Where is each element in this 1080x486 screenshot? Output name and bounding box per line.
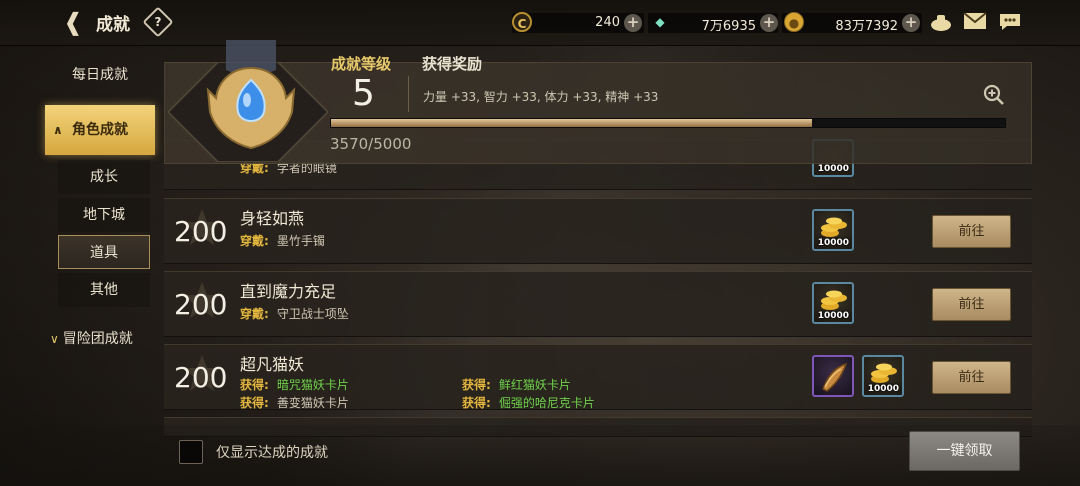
gold-coins-icon xyxy=(871,363,897,383)
add-gold-button[interactable]: + xyxy=(902,14,920,32)
gold-coins-icon xyxy=(821,217,847,237)
currency-c-coin: C 240 + xyxy=(512,12,644,33)
sidebar-sub-dungeon[interactable]: 地下城 xyxy=(58,198,150,232)
sidebar-item-adventure-label: 冒险团成就 xyxy=(62,331,133,347)
sidebar-sub-other[interactable]: 其他 xyxy=(58,273,150,307)
sidebar-item-adventure[interactable]: ∨ 冒险团成就 xyxy=(50,328,133,348)
goto-button[interactable]: 前往 xyxy=(932,215,1011,248)
achievement-points: 200 xyxy=(174,361,228,394)
level-progress-text: 3570/5000 xyxy=(330,135,412,153)
achievement-condition-4: 获得: 倔强的哈尼克卡片 xyxy=(462,396,595,410)
divider xyxy=(408,76,409,112)
zoom-in-icon[interactable] xyxy=(982,84,1006,106)
sidebar-sub-items[interactable]: 道具 xyxy=(58,235,150,269)
level-label: 成就等级 xyxy=(331,55,392,73)
back-arrow-icon[interactable]: ❰ xyxy=(58,8,88,36)
show-completed-checkbox[interactable] xyxy=(179,440,203,464)
currency-value-gem: 7万6935 xyxy=(701,19,756,34)
gold-coins-icon xyxy=(821,290,847,310)
mailbox-bag-icon[interactable] xyxy=(928,12,954,34)
achievement-condition: 穿戴: 守卫战士项坠 xyxy=(240,307,349,321)
list-item: 200 身轻如燕 穿戴: 墨竹手镯 10000 前往 xyxy=(164,198,1032,264)
green-gem-icon: ◆ xyxy=(655,15,665,29)
help-glyph: ? xyxy=(154,15,162,29)
horn-icon xyxy=(822,362,848,392)
currency-gem: ◆ 7万6935 + xyxy=(648,13,778,34)
level-progress-bar xyxy=(330,118,1006,128)
reward-horn-item[interactable] xyxy=(812,355,854,397)
chevron-up-icon: ∧ xyxy=(53,123,63,137)
achievement-condition: 穿戴: 墨竹手镯 xyxy=(240,234,325,248)
add-gem-button[interactable]: + xyxy=(760,14,778,32)
achievement-name: 直到魔力充足 xyxy=(240,282,337,301)
reward-label: 获得奖励 xyxy=(422,55,483,73)
goto-button[interactable]: 前往 xyxy=(932,288,1011,321)
sidebar-sub-growth[interactable]: 成长 xyxy=(58,160,150,194)
sidebar-item-character-label: 角色成就 xyxy=(72,122,128,138)
currency-value-gold: 83万7392 xyxy=(835,19,898,34)
goto-button[interactable]: 前往 xyxy=(932,361,1011,394)
page-title: 成就 xyxy=(96,15,130,35)
help-icon[interactable]: ? xyxy=(142,6,174,38)
achievement-name: 超凡猫妖 xyxy=(240,355,305,374)
add-c-coin-button[interactable]: + xyxy=(624,14,642,32)
list-item: 200 超凡猫妖 获得: 暗咒猫妖卡片 获得: 鲜红猫妖卡片 获得: 善变猫妖卡片 获… xyxy=(164,344,1032,410)
achievement-points: 200 xyxy=(174,215,228,248)
level-value: 5 xyxy=(352,73,375,114)
reward-gold-coins[interactable]: 10000 xyxy=(812,282,854,324)
achievement-condition-1: 获得: 暗咒猫妖卡片 xyxy=(240,378,349,392)
achievement-condition-3: 获得: 善变猫妖卡片 xyxy=(240,396,349,410)
chat-icon[interactable] xyxy=(997,12,1023,34)
sidebar-item-daily[interactable]: 每日成就 xyxy=(45,50,155,100)
currency-gold: ● 83万7392 + xyxy=(782,12,922,34)
reward-gold-coins[interactable]: 10000 xyxy=(812,209,854,251)
list-item: 200 直到魔力充足 穿戴: 守卫战士项坠 10000 前往 xyxy=(164,271,1032,337)
achievement-points: 200 xyxy=(174,288,228,321)
achievement-condition-2: 获得: 鲜红猫妖卡片 xyxy=(462,378,571,392)
reward-gold-coins[interactable]: 10000 xyxy=(862,355,904,397)
top-bar: ❰ 成就 ? C 240 + ◆ 7万6935 + ● 83万7392 + xyxy=(0,0,1080,46)
mail-icon[interactable] xyxy=(962,12,988,34)
reward-text: 力量 +33, 智力 +33, 体力 +33, 精神 +33 xyxy=(423,90,659,104)
level-progress-fill xyxy=(331,119,813,127)
claim-all-button[interactable]: 一键领取 xyxy=(909,431,1020,471)
chevron-down-icon: ∨ xyxy=(50,332,59,346)
currency-value-c: 240 xyxy=(595,15,620,30)
c-coin-icon: C xyxy=(512,12,532,32)
achievement-name: 身轻如燕 xyxy=(240,209,305,228)
trophy-emblem-icon xyxy=(206,40,296,150)
gold-coin-icon: ● xyxy=(784,12,804,32)
sidebar-item-character[interactable]: ∧ 角色成就 xyxy=(45,105,155,155)
show-completed-label: 仅显示达成的成就 xyxy=(216,445,328,461)
